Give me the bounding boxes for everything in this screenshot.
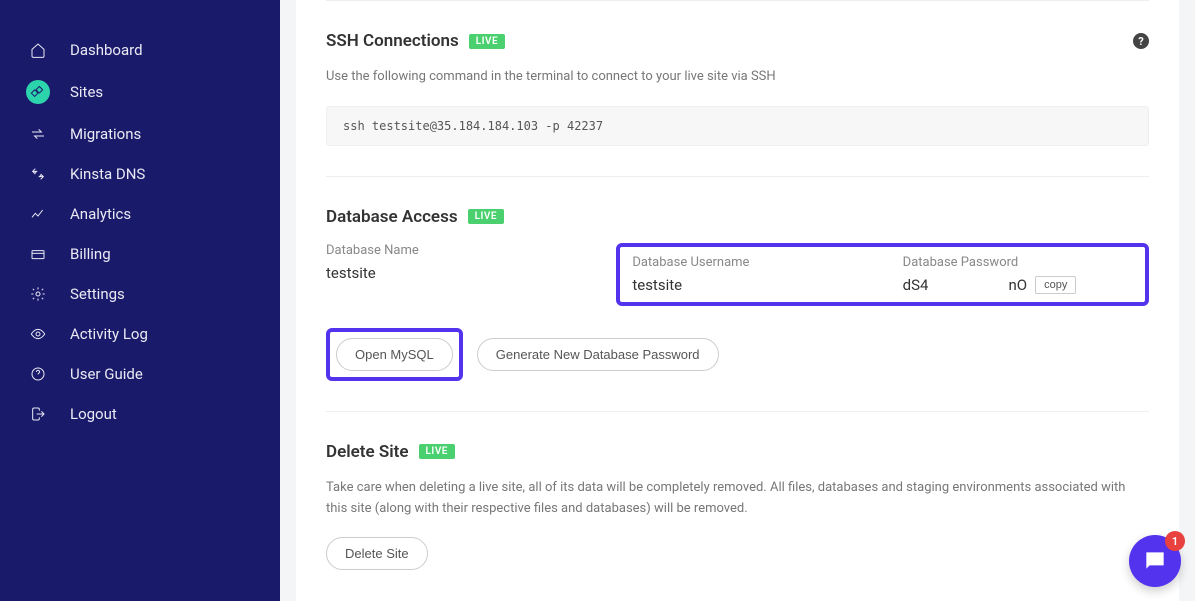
sidebar-item-activity[interactable]: Activity Log [0, 314, 280, 354]
generate-password-button[interactable]: Generate New Database Password [477, 338, 719, 371]
db-credentials-highlight: Database Username testsite Database Pass… [616, 243, 1149, 306]
sidebar-item-label: Activity Log [70, 325, 148, 343]
sidebar-item-label: Migrations [70, 125, 141, 143]
chat-icon [1142, 548, 1168, 574]
help-icon [28, 364, 48, 384]
sidebar-item-label: Kinsta DNS [70, 165, 145, 183]
open-mysql-button[interactable]: Open MySQL [336, 338, 453, 371]
sidebar-item-migrations[interactable]: Migrations [0, 114, 280, 154]
sidebar-item-analytics[interactable]: Analytics [0, 194, 280, 234]
dns-icon [28, 164, 48, 184]
sidebar-item-label: Settings [70, 285, 125, 303]
ssh-title: SSH Connections [326, 31, 459, 51]
billing-icon [28, 244, 48, 264]
gear-icon [28, 284, 48, 304]
sidebar: Dashboard Sites Migrations Kinsta DNS An… [0, 0, 280, 601]
db-username-value: testsite [632, 276, 862, 294]
db-name-value: testsite [326, 264, 576, 282]
sidebar-item-logout[interactable]: Logout [0, 394, 280, 434]
section-database: Database Access LIVE Database Name tests… [326, 177, 1149, 412]
db-password-field: Database Password dS4 nO copy [903, 255, 1133, 294]
sidebar-item-label: Billing [70, 245, 111, 263]
section-ssh: SSH Connections LIVE ? Use the following… [326, 0, 1149, 177]
db-password-label: Database Password [903, 255, 1133, 270]
ssh-desc: Use the following command in the termina… [326, 67, 1149, 88]
sidebar-item-label: Logout [70, 405, 117, 423]
db-title: Database Access [326, 207, 458, 227]
logout-icon [28, 404, 48, 424]
db-name-field: Database Name testsite [326, 243, 576, 306]
delete-site-button[interactable]: Delete Site [326, 537, 428, 570]
db-password-masked [928, 277, 1008, 293]
open-mysql-highlight: Open MySQL [326, 328, 463, 381]
db-name-label: Database Name [326, 243, 576, 258]
db-password-suffix: nO [1008, 276, 1027, 294]
db-username-field: Database Username testsite [632, 255, 862, 294]
sidebar-item-sites[interactable]: Sites [0, 70, 280, 114]
chat-badge-count: 1 [1165, 531, 1185, 551]
main-content: SSH Connections LIVE ? Use the following… [280, 0, 1195, 601]
sidebar-item-label: User Guide [70, 365, 143, 383]
home-icon [28, 40, 48, 60]
sidebar-item-dashboard[interactable]: Dashboard [0, 30, 280, 70]
live-badge: LIVE [469, 34, 505, 49]
chat-widget[interactable]: 1 [1129, 535, 1181, 587]
delete-title: Delete Site [326, 442, 409, 462]
sidebar-item-userguide[interactable]: User Guide [0, 354, 280, 394]
db-password-prefix: dS4 [903, 276, 929, 294]
ssh-command[interactable]: ssh testsite@35.184.184.103 -p 42237 [326, 106, 1149, 146]
live-badge: LIVE [468, 209, 504, 224]
live-badge: LIVE [419, 444, 455, 459]
sidebar-item-label: Analytics [70, 205, 131, 223]
analytics-icon [28, 204, 48, 224]
sidebar-item-billing[interactable]: Billing [0, 234, 280, 274]
migrations-icon [28, 124, 48, 144]
help-question-icon[interactable]: ? [1133, 33, 1149, 49]
sidebar-item-label: Dashboard [70, 41, 143, 59]
section-delete: Delete Site LIVE Take care when deleting… [326, 412, 1149, 601]
sidebar-item-label: Sites [70, 83, 103, 101]
sidebar-item-dns[interactable]: Kinsta DNS [0, 154, 280, 194]
eye-icon [28, 324, 48, 344]
delete-desc: Take care when deleting a live site, all… [326, 478, 1149, 520]
sites-icon [26, 80, 50, 104]
sidebar-item-settings[interactable]: Settings [0, 274, 280, 314]
copy-password-button[interactable]: copy [1035, 276, 1076, 294]
db-username-label: Database Username [632, 255, 862, 270]
